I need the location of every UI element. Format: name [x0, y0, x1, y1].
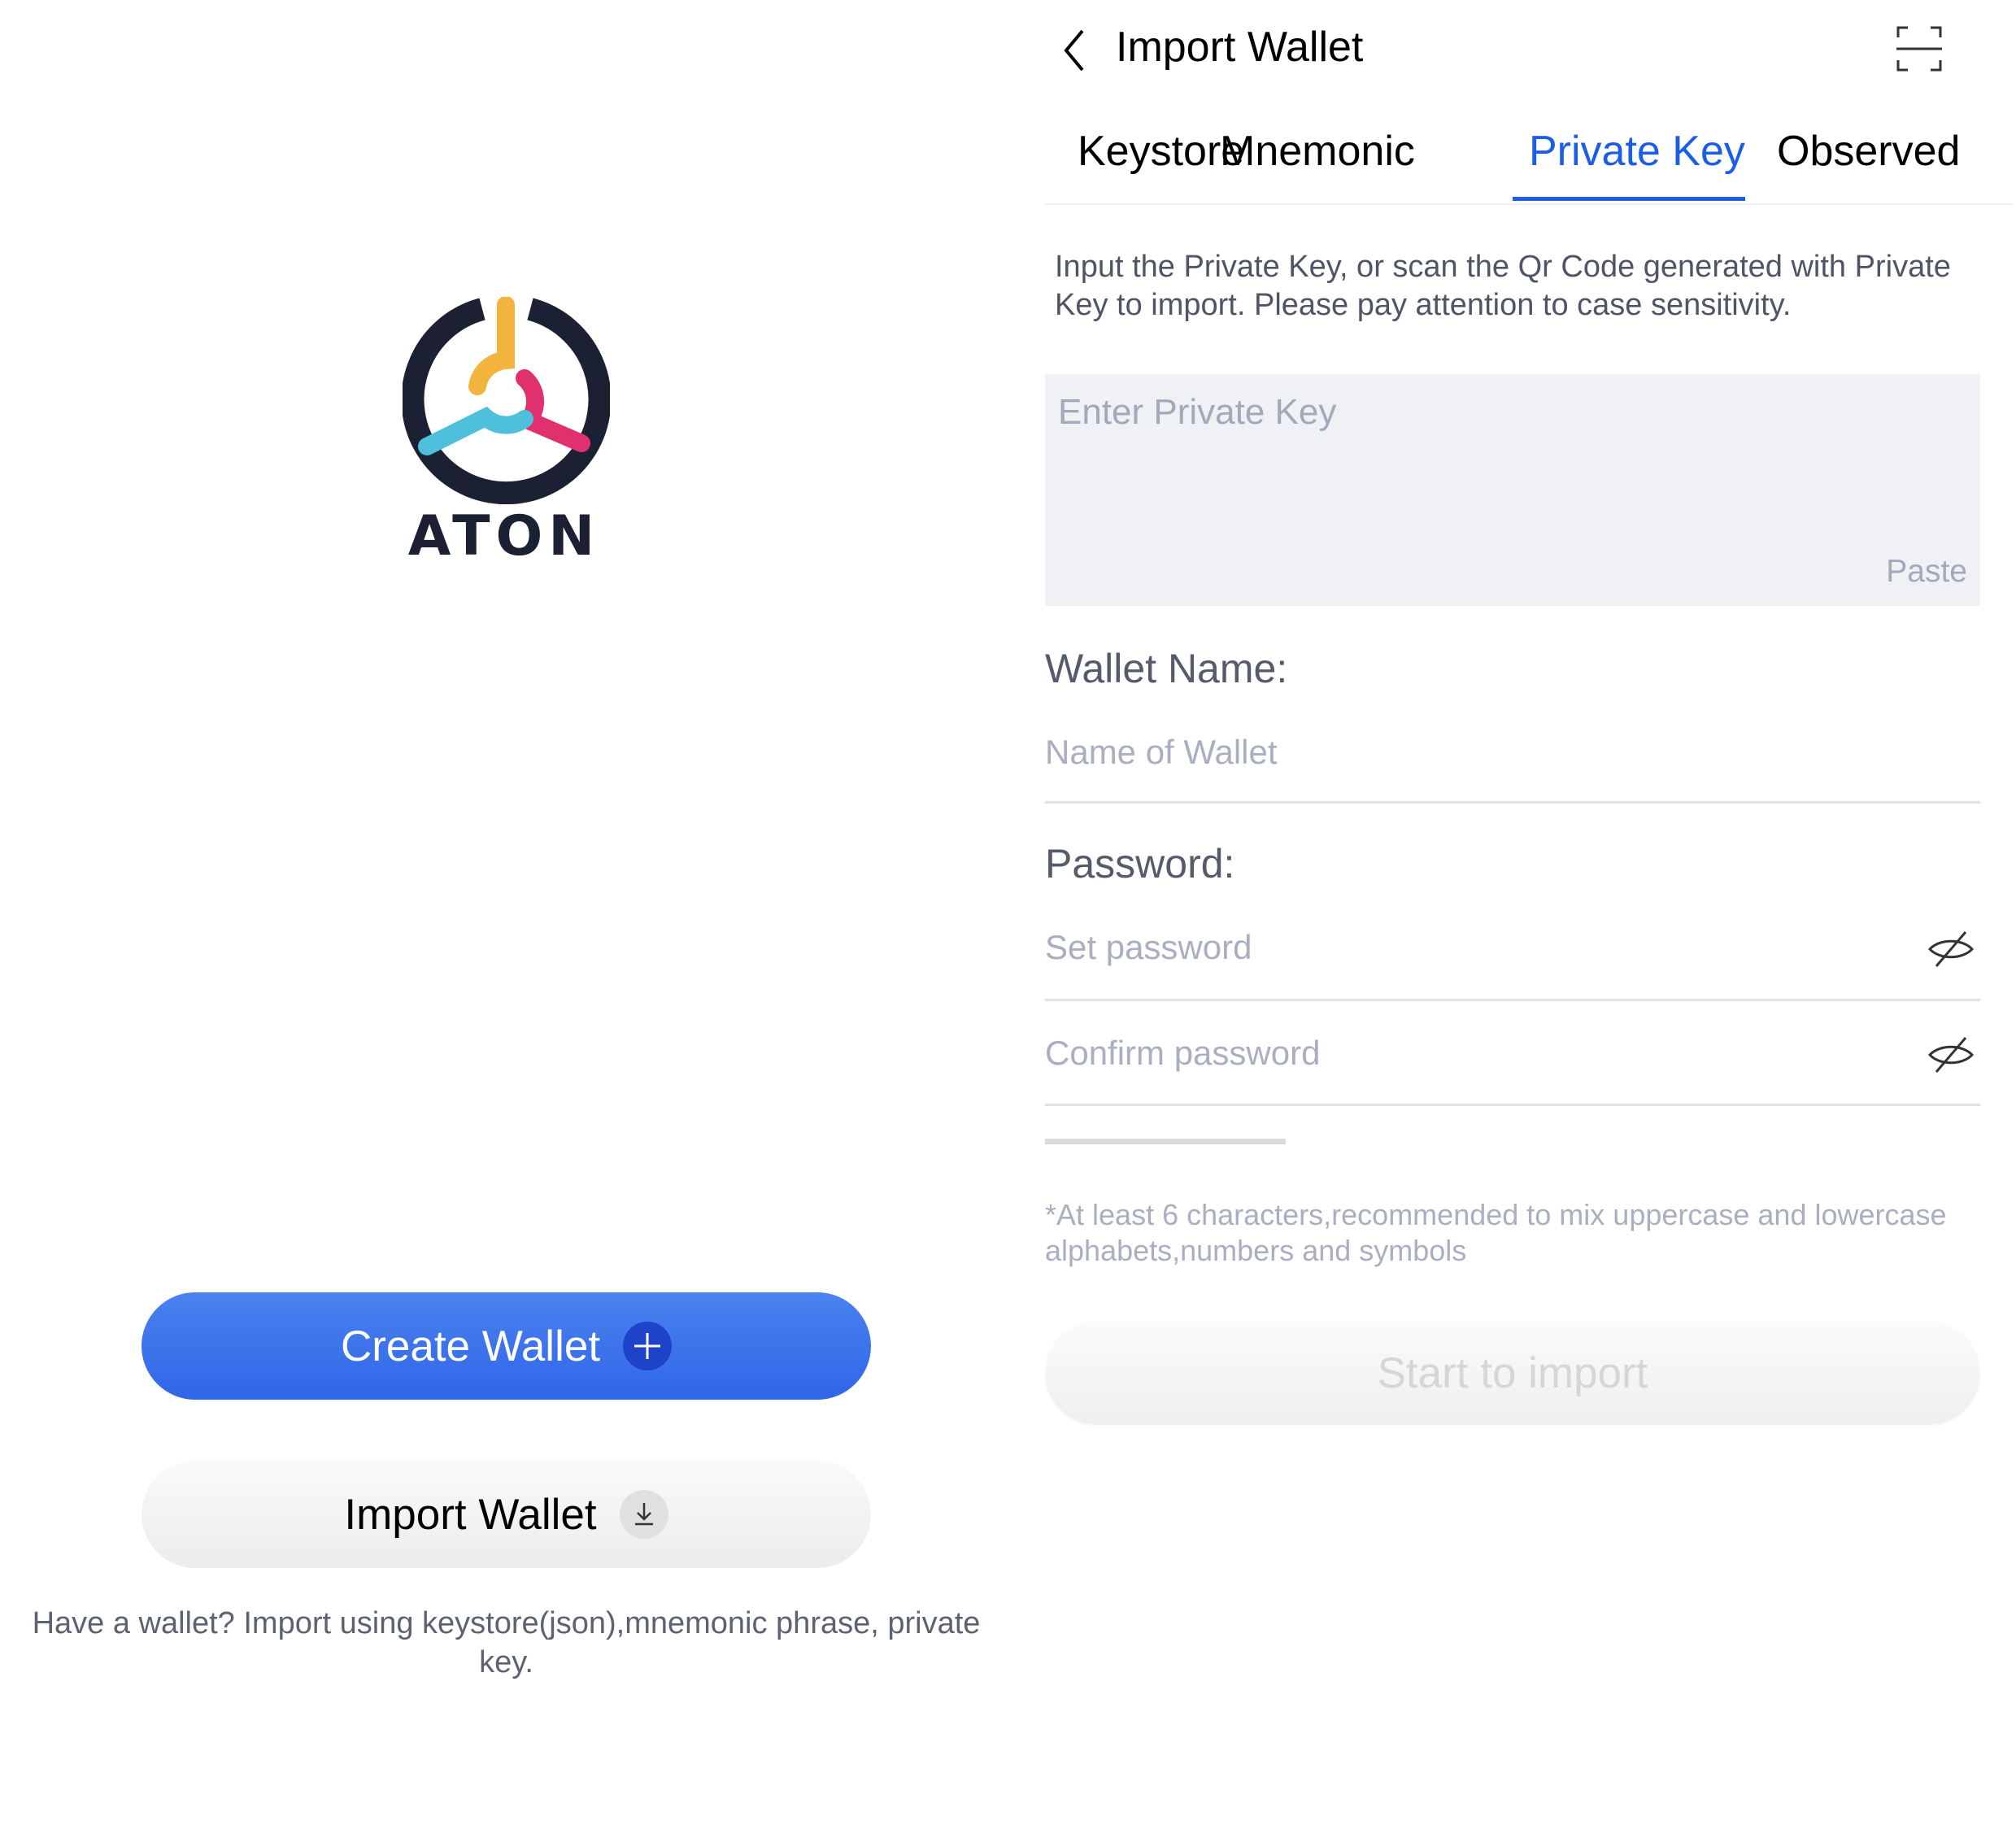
private-key-box: Paste [1045, 374, 1980, 606]
tab-mnemonic[interactable]: Mnemonic [1220, 127, 1415, 176]
tab-observed[interactable]: Observed [1777, 127, 1960, 176]
paste-button[interactable]: Paste [1886, 554, 1967, 590]
private-key-input[interactable] [1045, 374, 1980, 606]
wallet-name-label: Wallet Name: [1045, 646, 1288, 691]
chevron-left-icon [1064, 29, 1084, 72]
set-password-divider [1045, 999, 1980, 1001]
brand-name: ATON [407, 504, 601, 568]
active-tab-indicator [1513, 197, 1745, 201]
import-hint-text: Have a wallet? Import using keystore(jso… [32, 1606, 981, 1679]
tabs-divider [1045, 203, 2013, 205]
page-title: Import Wallet [1116, 24, 1364, 71]
confirm-password-divider [1045, 1104, 1980, 1106]
back-button[interactable] [1055, 26, 1095, 75]
scan-button[interactable] [1895, 24, 1944, 73]
tab-private-key[interactable]: Private Key [1529, 127, 1745, 176]
create-wallet-button[interactable]: Create Wallet [142, 1292, 871, 1400]
wallet-name-divider [1045, 801, 1980, 804]
set-password-input[interactable] [1045, 923, 1858, 972]
import-wallet-label: Import Wallet [344, 1490, 597, 1539]
password-label: Password: [1045, 841, 1235, 886]
download-icon [619, 1490, 668, 1539]
import-wallet-button[interactable]: Import Wallet [142, 1461, 871, 1568]
password-hint: *At least 6 characters,recommended to mi… [1045, 1198, 1947, 1267]
create-wallet-label: Create Wallet [340, 1322, 601, 1370]
start-import-button[interactable]: Start to import [1045, 1321, 1980, 1425]
eye-hidden-icon [1927, 1037, 1975, 1073]
scan-icon [1896, 26, 1942, 72]
toggle-confirm-visibility-button[interactable] [1925, 1033, 1977, 1077]
welcome-screen: ATON Create Wallet Import Wallet Have a … [0, 0, 1008, 1847]
import-wallet-screen: Import Wallet Keystore Mnemonic Private … [1008, 0, 2016, 1847]
instructions-text: Input the Private Key, or scan the Qr Co… [1055, 250, 1951, 322]
aton-logo [403, 297, 610, 504]
wallet-name-input[interactable] [1045, 728, 1940, 777]
password-strength-bar [1045, 1139, 1286, 1144]
eye-hidden-icon [1927, 931, 1975, 967]
confirm-password-input[interactable] [1045, 1029, 1858, 1078]
plus-icon [623, 1322, 673, 1370]
toggle-password-visibility-button[interactable] [1925, 927, 1977, 971]
